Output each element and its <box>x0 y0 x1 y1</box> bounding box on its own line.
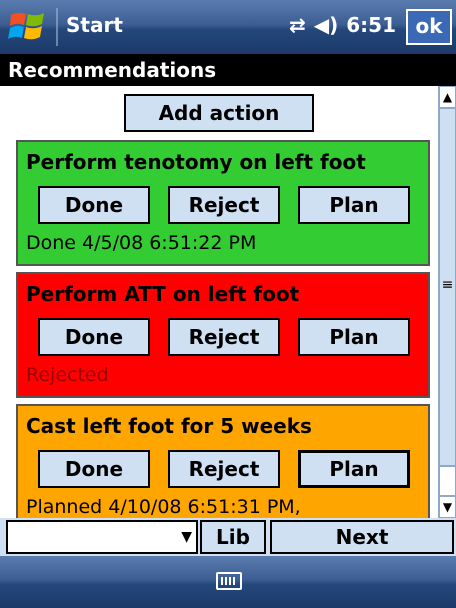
connectivity-icon[interactable]: ⇄ <box>289 13 306 37</box>
recommendation-title: Perform ATT on left foot <box>26 282 300 306</box>
recommendation-status: Done 4/5/08 6:51:22 PM <box>26 232 257 254</box>
page-title: Recommendations <box>0 54 456 86</box>
recommendation-status: Planned 4/10/08 6:51:31 PM, <box>26 496 301 518</box>
clock[interactable]: 6:51 <box>346 13 396 37</box>
volume-icon[interactable]: ◀) <box>314 13 339 37</box>
status-area[interactable]: ⇄ ◀) 6:51 <box>289 13 396 37</box>
scroll-track[interactable] <box>439 466 456 496</box>
plan-button[interactable]: Plan <box>298 318 410 356</box>
recommendation-title: Perform tenotomy on left foot <box>26 150 366 174</box>
vertical-scrollbar[interactable]: ▲ ≡ ▼ <box>438 86 456 518</box>
taskbar-separator <box>56 8 58 46</box>
ok-button[interactable]: ok <box>406 9 452 45</box>
plan-button[interactable]: Plan <box>298 450 410 488</box>
recommendation-title: Cast left foot for 5 weeks <box>26 414 312 438</box>
scroll-down-arrow-icon[interactable]: ▼ <box>439 496 456 518</box>
recommendation-card: Cast left foot for 5 weeks Done Reject P… <box>16 404 430 518</box>
windows-logo-icon[interactable] <box>8 8 48 46</box>
recommendation-status: Rejected <box>26 364 109 386</box>
app-title[interactable]: Start <box>66 13 123 37</box>
grip-icon: ≡ <box>441 277 454 293</box>
done-button[interactable]: Done <box>38 186 150 224</box>
add-action-button[interactable]: Add action <box>124 94 314 132</box>
recommendations-list: Add action Perform tenotomy on left foot… <box>0 86 438 518</box>
reject-button[interactable]: Reject <box>168 318 280 356</box>
recommendation-card: Perform tenotomy on left foot Done Rejec… <box>16 140 430 266</box>
library-dropdown[interactable]: ▼ <box>6 520 198 554</box>
done-button[interactable]: Done <box>38 450 150 488</box>
reject-button[interactable]: Reject <box>168 450 280 488</box>
scroll-thumb[interactable]: ≡ <box>439 108 456 466</box>
plan-button[interactable]: Plan <box>298 186 410 224</box>
lib-button[interactable]: Lib <box>200 520 266 554</box>
recommendation-card: Perform ATT on left foot Done Reject Pla… <box>16 272 430 398</box>
taskbar: Start ⇄ ◀) 6:51 ok <box>0 0 456 54</box>
keyboard-icon[interactable] <box>216 572 242 590</box>
chevron-down-icon[interactable]: ▼ <box>181 529 192 545</box>
reject-button[interactable]: Reject <box>168 186 280 224</box>
scroll-up-arrow-icon[interactable]: ▲ <box>439 86 456 108</box>
bottom-controls: ▼ Lib Next <box>0 518 456 556</box>
done-button[interactable]: Done <box>38 318 150 356</box>
softkey-bar <box>0 556 456 608</box>
next-button[interactable]: Next <box>270 520 454 554</box>
